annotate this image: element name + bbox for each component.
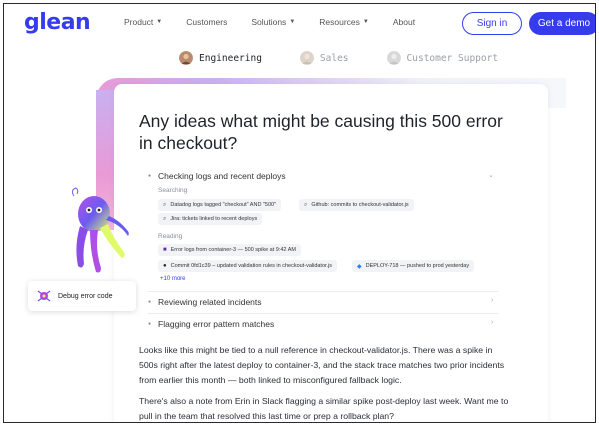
nav-customers[interactable]: Customers	[186, 17, 227, 27]
search-icon: ⌕	[163, 201, 167, 208]
searching-label: Searching	[158, 187, 188, 194]
answer-paragraph: Looks like this might be tied to a null …	[139, 345, 505, 385]
chevron-right-icon[interactable]: ›	[491, 297, 493, 304]
reading-chip[interactable]: ◆ DEPLOY-718 — pushed to prod yesterday	[352, 260, 475, 272]
chevron-down-icon: ▼	[362, 19, 369, 25]
nav-solutions[interactable]: Solutions ▼	[251, 17, 295, 27]
debug-error-code-card[interactable]: Debug error code	[28, 281, 136, 311]
get-demo-button[interactable]: Get a demo	[529, 12, 595, 35]
reading-chip[interactable]: ● Commit 0fd1c39 – updated validation ru…	[158, 260, 338, 272]
nav-customers-label: Customers	[186, 17, 228, 27]
chip-label: Commit 0fd1c39 – updated validation rule…	[170, 263, 333, 269]
section-flagging-patterns[interactable]: ● Flagging error pattern matches	[148, 319, 274, 329]
jira-icon: ◆	[357, 263, 362, 270]
top-nav: glean Product ▼ Customers Solutions ▼ Re…	[4, 4, 595, 42]
bullet-icon: ●	[148, 299, 152, 305]
sign-in-button[interactable]: Sign in	[462, 12, 522, 35]
tab-engineering-label: Engineering	[199, 52, 262, 64]
nav-product-label: Product	[124, 17, 154, 27]
browser-frame: glean Product ▼ Customers Solutions ▼ Re…	[3, 3, 596, 423]
avatar	[386, 51, 401, 65]
divider	[148, 291, 498, 292]
nav-links: Product ▼ Customers Solutions ▼ Resource…	[124, 17, 439, 27]
chip-label: Github: commits to checkout-validator.js	[311, 202, 409, 208]
bullet-icon: ●	[148, 173, 152, 179]
avatar	[179, 51, 193, 65]
nav-about[interactable]: About	[393, 17, 415, 27]
debug-card-label: Debug error code	[58, 292, 113, 300]
nav-product[interactable]: Product ▼	[124, 17, 162, 27]
glean-logo[interactable]: glean	[24, 10, 91, 35]
persona-tabs: Engineering Sales Customer Support	[179, 51, 536, 65]
github-icon: ●	[163, 263, 167, 269]
tab-engineering[interactable]: Engineering	[179, 51, 262, 65]
tab-customer-support[interactable]: Customer Support	[386, 51, 499, 65]
section-title: Checking logs and recent deploys	[158, 171, 286, 181]
reading-chip[interactable]: ■ Error logs from container-3 — 500 spik…	[158, 244, 301, 256]
chevron-down-icon: ▼	[156, 19, 163, 25]
search-icon: ⌕	[304, 201, 308, 208]
nav-solutions-label: Solutions	[251, 17, 287, 27]
tab-sales[interactable]: Sales	[299, 51, 349, 65]
nav-resources[interactable]: Resources ▼	[319, 17, 369, 27]
tab-sales-label: Sales	[319, 52, 349, 64]
chip-label: Error logs from container-3 — 500 spike …	[170, 247, 296, 253]
datadog-icon: ■	[163, 247, 167, 253]
chip-label: DEPLOY-718 — pushed to prod yesterday	[365, 263, 470, 269]
section-title: Flagging error pattern matches	[158, 319, 275, 329]
search-chip[interactable]: ⌕ Github: commits to checkout-validator.…	[299, 199, 414, 211]
search-icon: ⌕	[163, 215, 167, 222]
more-link[interactable]: +10 more	[160, 276, 186, 282]
mascot-illustration	[71, 187, 129, 273]
chevron-down-icon: ▼	[289, 19, 296, 25]
section-reviewing-incidents[interactable]: ● Reviewing related incidents	[148, 297, 262, 307]
bullet-icon: ●	[148, 321, 152, 327]
section-checking-logs[interactable]: ● Checking logs and recent deploys	[148, 171, 286, 181]
avatar	[299, 51, 314, 65]
answer-paragraph: There's also a note from Erin in Slack f…	[139, 396, 509, 421]
nav-about-label: About	[392, 17, 416, 27]
chip-label: Jira: tickets linked to recent deploys	[170, 216, 258, 222]
search-chip[interactable]: ⌕ Jira: tickets linked to recent deploys	[158, 213, 263, 225]
nav-resources-label: Resources	[319, 17, 360, 27]
reading-label: Reading	[158, 233, 183, 240]
section-title: Reviewing related incidents	[158, 297, 262, 307]
chevron-right-icon[interactable]: ›	[491, 319, 493, 326]
bug-icon	[37, 290, 51, 302]
divider	[148, 313, 498, 314]
chevron-down-icon[interactable]: ⌄	[488, 171, 494, 179]
question-heading: Any ideas what might be causing this 500…	[139, 111, 503, 153]
search-chip[interactable]: ⌕ Datadog logs tagged "checkout" AND "50…	[158, 199, 282, 211]
chip-label: Datadog logs tagged "checkout" AND "500"	[170, 202, 277, 208]
tab-customer-support-label: Customer Support	[406, 52, 499, 64]
